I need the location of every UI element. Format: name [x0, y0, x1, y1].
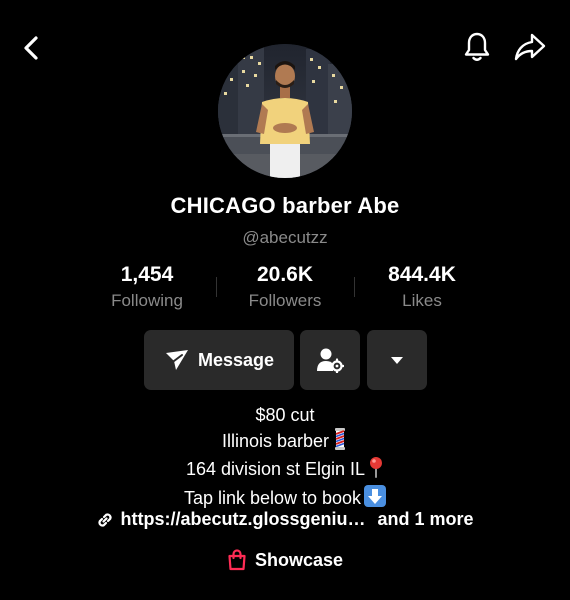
showcase-link[interactable]: Showcase: [0, 549, 570, 571]
back-button[interactable]: [14, 30, 50, 66]
bio-text: Tap link below to book: [183, 487, 362, 508]
display-name: CHICAGO barber Abe: [170, 193, 400, 218]
bell-icon: [464, 32, 490, 61]
stat-label: Likes: [402, 291, 442, 310]
stat-value: 1,454: [120, 263, 174, 286]
bio-line: Illinois barber: [0, 427, 570, 457]
stat-likes[interactable]: 844.4K Likes: [352, 263, 492, 311]
bio-text: $80 cut: [255, 405, 315, 425]
notifications-button[interactable]: [458, 28, 496, 66]
more-options-button[interactable]: [367, 330, 427, 390]
send-plane-icon: [165, 350, 188, 370]
stat-value: 844.4K: [388, 263, 456, 286]
chevron-left-icon: [24, 36, 38, 60]
stat-label: Following: [111, 291, 183, 310]
bio-text: 164 division st Elgin IL: [185, 459, 366, 479]
caret-down-icon: [391, 357, 403, 364]
barber-pole-icon: [332, 427, 348, 457]
bio-link[interactable]: https://abecutz.glossgeniu…: [120, 509, 365, 530]
round-pushpin-icon: [368, 456, 384, 485]
add-friend-button[interactable]: [300, 330, 360, 390]
stat-value: 20.6K: [256, 263, 314, 286]
share-arrow-icon: [514, 33, 546, 61]
person-settings-icon: [317, 348, 344, 373]
shopping-bag-icon: [228, 549, 246, 571]
share-button[interactable]: [510, 28, 550, 66]
bio: $80 cut Illinois barber 164 division st …: [0, 404, 570, 513]
stat-following[interactable]: 1,454 Following: [77, 263, 217, 311]
stat-label: Followers: [248, 291, 322, 310]
showcase-label: Showcase: [254, 549, 344, 570]
avatar[interactable]: [218, 44, 352, 178]
bio-line: 164 division st Elgin IL: [0, 456, 570, 485]
username-handle: @abecutzz: [242, 228, 328, 247]
message-button[interactable]: Message: [144, 330, 294, 390]
bio-line: $80 cut: [0, 404, 570, 428]
message-label: Message: [197, 349, 275, 370]
more-links[interactable]: and 1 more: [377, 509, 473, 530]
bio-link-row: https://abecutz.glossgeniu… and 1 more: [0, 509, 570, 530]
avatar-photo: [218, 44, 352, 178]
stat-followers[interactable]: 20.6K Followers: [215, 263, 355, 311]
bio-text: Illinois barber: [221, 430, 330, 451]
link-icon: [98, 512, 113, 527]
